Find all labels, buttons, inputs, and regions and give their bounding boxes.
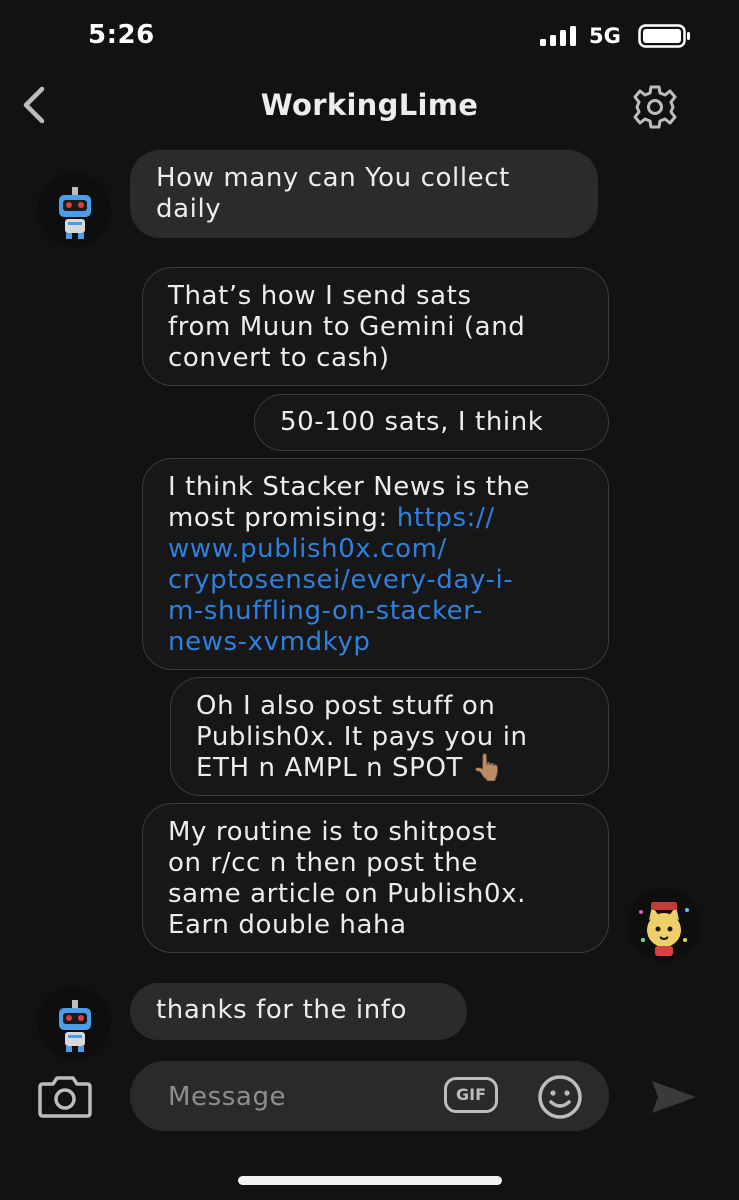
message-bubble-incoming[interactable]: thanks for the info bbox=[130, 983, 467, 1040]
message-bubble-outgoing[interactable]: My routine is to shitpost on r/cc n then… bbox=[142, 803, 609, 953]
message-bubble-outgoing[interactable]: Oh I also post stuff on Publish0x. It pa… bbox=[170, 677, 609, 796]
status-bar: 5:26 5G bbox=[0, 0, 739, 70]
smiley-icon[interactable] bbox=[535, 1073, 585, 1121]
message-bubble-outgoing[interactable]: 50-100 sats, I think bbox=[254, 394, 609, 451]
contact-avatar[interactable] bbox=[37, 173, 111, 247]
cat-avatar-icon bbox=[627, 888, 701, 962]
message-composer: GIF bbox=[0, 1055, 739, 1145]
message-input-wrapper: GIF bbox=[130, 1061, 609, 1131]
network-label: 5G bbox=[589, 24, 621, 48]
battery-icon bbox=[638, 24, 690, 48]
gif-button[interactable]: GIF bbox=[444, 1077, 498, 1113]
signal-icon bbox=[540, 26, 576, 46]
robot-avatar-icon bbox=[37, 173, 111, 247]
message-bubble-incoming[interactable]: How many can You collect daily bbox=[130, 150, 598, 238]
send-icon[interactable] bbox=[650, 1075, 698, 1119]
home-indicator bbox=[238, 1176, 502, 1185]
message-bubble-outgoing[interactable]: That’s how I send sats from Muun to Gemi… bbox=[142, 267, 609, 386]
nav-bar: WorkingLime bbox=[0, 70, 739, 142]
contact-avatar[interactable] bbox=[37, 986, 111, 1060]
camera-icon[interactable] bbox=[36, 1075, 94, 1119]
self-avatar[interactable] bbox=[627, 888, 701, 962]
message-bubble-outgoing[interactable]: I think Stacker News is the most promisi… bbox=[142, 458, 609, 670]
status-time: 5:26 bbox=[88, 20, 155, 50]
message-input[interactable] bbox=[166, 1077, 430, 1117]
gear-icon[interactable] bbox=[625, 82, 685, 132]
robot-avatar-icon bbox=[37, 986, 111, 1060]
